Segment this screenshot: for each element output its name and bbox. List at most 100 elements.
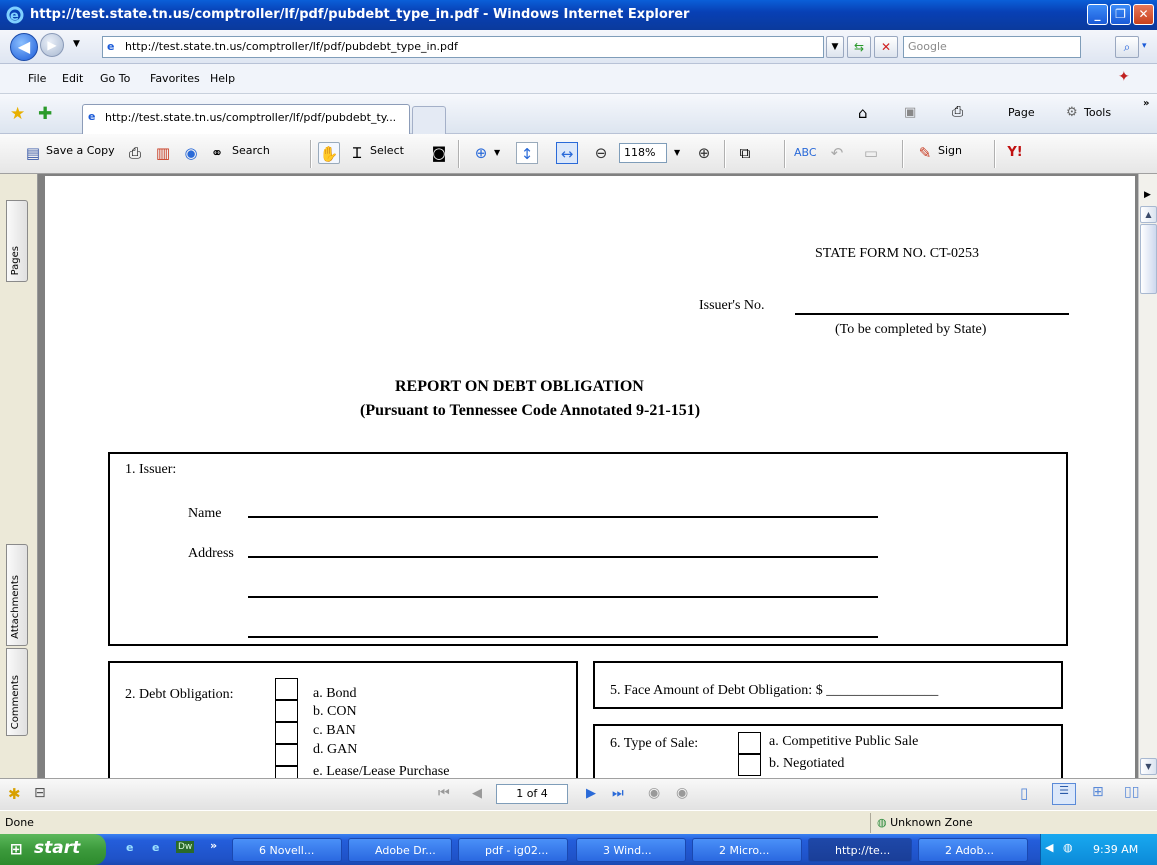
back-button[interactable]: ◀ — [10, 33, 38, 61]
search-button[interactable]: Search — [232, 144, 270, 157]
select-tool-button[interactable]: Select — [370, 144, 404, 157]
first-page-icon[interactable]: ⏮ — [438, 786, 450, 801]
add-favorite-icon[interactable]: ✚ — [38, 104, 52, 124]
hand-tool-icon[interactable]: ✋ — [318, 142, 340, 164]
email-icon[interactable]: ◉ — [180, 142, 202, 164]
quicklaunch-more-icon[interactable]: » — [210, 839, 217, 852]
task-novell[interactable]: 6 Novell... — [232, 838, 342, 862]
zoom-in-icon[interactable]: ⊕ — [693, 142, 715, 164]
checkbox-lease[interactable] — [275, 766, 298, 778]
fit-width-icon[interactable]: ↔ — [556, 142, 578, 164]
tools-menu[interactable]: Tools — [1084, 106, 1111, 119]
panel-expand-icon[interactable]: ▶ — [1144, 190, 1151, 200]
url-field[interactable]: e http://test.state.tn.us/comptroller/lf… — [102, 36, 824, 58]
address-field-1[interactable] — [248, 556, 878, 558]
search-icon[interactable]: ⌕ — [1115, 36, 1139, 58]
start-button[interactable]: ⊞ start — [0, 834, 106, 865]
copy-icon[interactable]: ▭ — [860, 142, 882, 164]
zoom-tool-dropdown-icon[interactable]: ▼ — [494, 148, 500, 157]
tab-pages-label: Pages — [10, 245, 21, 275]
tray-network-icon[interactable]: ◍ — [1063, 841, 1073, 854]
quicklaunch-ie-icon[interactable]: e — [126, 841, 133, 854]
favorites-star-icon[interactable]: ★ — [10, 104, 25, 124]
minimize-button[interactable]: _ — [1087, 4, 1108, 25]
scroll-thumb[interactable] — [1140, 224, 1157, 294]
zoom-dropdown-icon[interactable]: ▼ — [674, 148, 680, 157]
task-internet-explorer[interactable]: http://te... — [808, 838, 912, 862]
menu-help[interactable]: Help — [210, 72, 235, 85]
zoom-level-field[interactable]: 118% — [619, 143, 667, 163]
checkbox-gan[interactable] — [275, 744, 298, 766]
undo-icon[interactable]: ↶ — [826, 142, 848, 164]
tab-pages[interactable]: Pages — [6, 200, 28, 282]
refresh-icon[interactable]: ⇆ — [847, 36, 871, 58]
tray-arrow-icon[interactable]: ◀ — [1045, 841, 1053, 854]
previous-page-icon[interactable]: ◀ — [472, 786, 482, 801]
print-icon[interactable]: ⎙ — [952, 104, 963, 120]
chevron-more-icon[interactable]: » — [1143, 98, 1149, 109]
yahoo-icon[interactable]: Y! — [1004, 142, 1026, 164]
task-microsoft-word[interactable]: 2 Micro... — [692, 838, 802, 862]
save-copy-button[interactable]: Save a Copy — [46, 144, 115, 157]
vertical-scrollbar[interactable]: ▶ ▲ ▼ — [1138, 174, 1157, 778]
last-page-icon[interactable]: ⏭ — [612, 786, 624, 801]
search-options-icon[interactable]: ▾ — [1142, 41, 1147, 51]
close-button[interactable]: ✕ — [1133, 4, 1154, 25]
feeds-icon[interactable]: ▣ — [904, 105, 916, 120]
checkbox-competitive[interactable] — [738, 732, 761, 754]
page-number-field[interactable]: 1 of 4 — [496, 784, 568, 804]
stop-icon[interactable]: ✕ — [874, 36, 898, 58]
name-field[interactable] — [248, 516, 878, 518]
restore-button[interactable]: ❐ — [1110, 4, 1131, 25]
checkbox-negotiated[interactable] — [738, 754, 761, 776]
tab-current[interactable]: e http://test.state.tn.us/comptroller/lf… — [82, 104, 410, 134]
history-dropdown-icon[interactable]: ▼ — [73, 39, 80, 49]
checkbox-con[interactable] — [275, 700, 298, 722]
search-input[interactable]: Google — [903, 36, 1081, 58]
print-pdf-icon[interactable]: ⎙ — [124, 142, 146, 164]
next-view-icon[interactable]: ◉ — [676, 785, 688, 801]
task-windows-explorer[interactable]: 3 Wind... — [576, 838, 686, 862]
scroll-down-button[interactable]: ▼ — [1140, 758, 1157, 775]
continuous-icon[interactable]: ☰ — [1052, 783, 1076, 805]
zoom-in-tool-icon[interactable]: ⊕ — [470, 142, 492, 164]
menu-edit[interactable]: Edit — [62, 72, 83, 85]
scroll-up-button[interactable]: ▲ — [1140, 206, 1157, 223]
menu-favorites[interactable]: Favorites — [150, 72, 200, 85]
continuous-facing-icon[interactable]: ▯▯ — [1124, 784, 1139, 800]
quicklaunch-dw-icon[interactable]: Dw — [176, 841, 195, 853]
new-tab-button[interactable] — [412, 106, 446, 134]
task-adobe-reader[interactable]: 2 Adob... — [918, 838, 1028, 862]
checkbox-bond[interactable] — [275, 678, 298, 700]
checkbox-ban[interactable] — [275, 722, 298, 744]
sign-button[interactable]: Sign — [938, 144, 962, 157]
task-adobe-dreamweaver[interactable]: Adobe Dr... — [348, 838, 452, 862]
url-dropdown-button[interactable]: ▼ — [826, 36, 844, 58]
address-field-3[interactable] — [248, 636, 878, 638]
previous-view-icon[interactable]: ◉ — [648, 785, 660, 801]
pages-icon[interactable]: ⧉ — [734, 142, 756, 164]
menu-go-to[interactable]: Go To — [100, 72, 130, 85]
facing-icon[interactable]: ⊞ — [1092, 784, 1104, 800]
snapshot-icon[interactable]: ◙ — [428, 142, 450, 164]
clock[interactable]: 9:39 AM — [1093, 843, 1138, 856]
how-to-icon[interactable]: ✱ — [8, 785, 21, 803]
address-field-2[interactable] — [248, 596, 878, 598]
fit-page-icon[interactable]: ↕ — [516, 142, 538, 164]
task-pdf-folder[interactable]: pdf - ig02... — [458, 838, 568, 862]
menu-file[interactable]: File — [28, 72, 46, 85]
page-menu[interactable]: Page — [1008, 106, 1035, 119]
next-page-icon[interactable]: ▶ — [586, 786, 596, 801]
start-label: start — [34, 838, 81, 858]
quicklaunch-ie2-icon[interactable]: e — [152, 841, 159, 854]
tab-attachments[interactable]: Attachments — [6, 544, 28, 646]
home-icon[interactable]: ⌂ — [858, 104, 868, 122]
single-page-icon[interactable]: ▯ — [1020, 784, 1028, 802]
options-icon[interactable]: ⊟ — [34, 785, 46, 801]
tab-comments[interactable]: Comments — [6, 648, 28, 736]
forward-button[interactable]: ▶ — [40, 33, 64, 57]
toolbar-options-icon[interactable]: ✦ — [1118, 69, 1130, 85]
zoom-out-icon[interactable]: ⊖ — [590, 142, 612, 164]
spellcheck-icon[interactable]: ABC — [794, 142, 817, 164]
organizer-icon[interactable]: ▥ — [152, 142, 174, 164]
